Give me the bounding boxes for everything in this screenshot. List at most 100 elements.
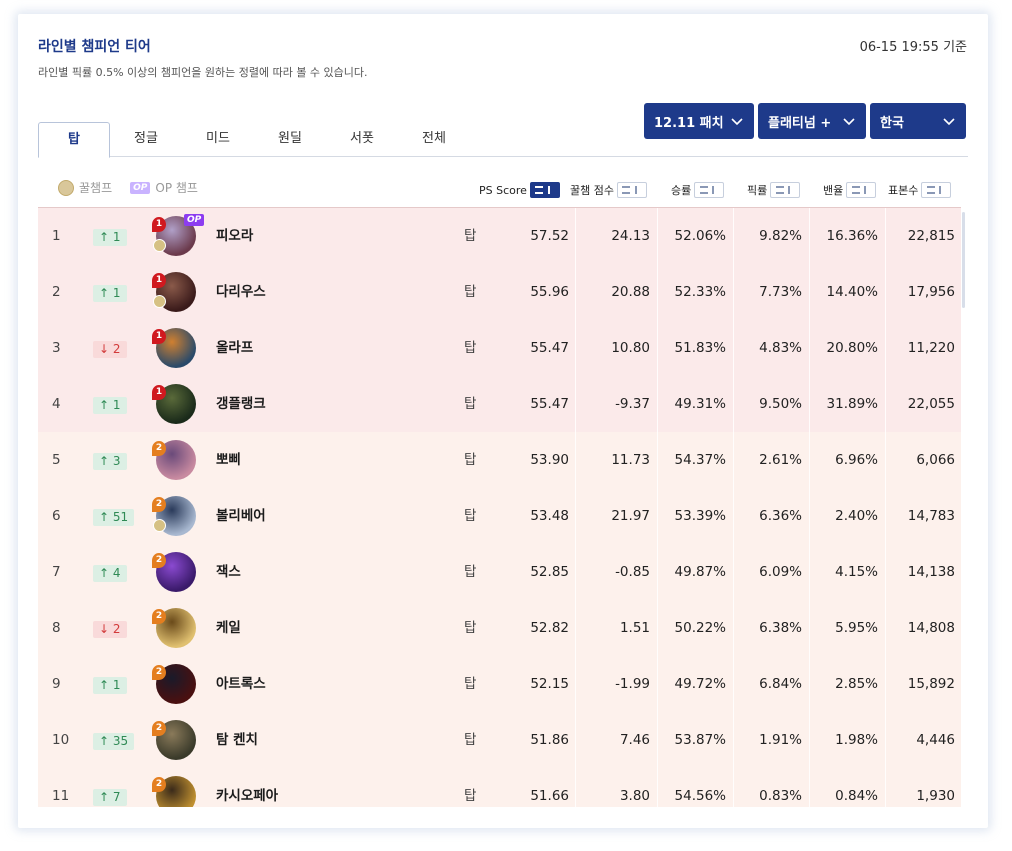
sort-icon[interactable]	[694, 182, 725, 198]
lane-cell: 탑	[464, 732, 477, 748]
column-divider	[885, 488, 886, 544]
col-win-rate-label: 승률	[671, 184, 692, 197]
column-divider	[657, 432, 658, 488]
sort-icon[interactable]	[616, 182, 647, 198]
tier-badge: 1	[152, 329, 166, 344]
champion-name[interactable]: 아트록스	[216, 656, 266, 712]
column-divider	[885, 320, 886, 376]
rank-cell: 11	[52, 788, 70, 804]
champion-name[interactable]: 뽀삐	[216, 432, 241, 488]
column-divider	[575, 320, 576, 376]
ps-score-cell: 55.96	[530, 284, 569, 300]
column-divider	[657, 320, 658, 376]
tab-all[interactable]: 전체	[398, 122, 470, 157]
table-row[interactable]: 4 ↑ 1 1 갱플랭크 탑 55.47 -9.37 49.31% 9.50% 31.89% 22,…	[38, 376, 961, 432]
column-divider	[657, 544, 658, 600]
col-honey-score[interactable]: 꿀챔 점수	[570, 182, 647, 198]
rank-cell: 8	[52, 620, 61, 636]
column-divider	[575, 600, 576, 656]
column-divider	[885, 208, 886, 264]
champion-name[interactable]: 케일	[216, 600, 241, 656]
ban-rate-cell: 20.80%	[826, 340, 878, 356]
champion-name[interactable]: 다리우스	[216, 264, 266, 320]
honey-score-cell: 20.88	[611, 284, 650, 300]
pick-rate-cell: 6.84%	[759, 676, 802, 692]
tier-badge: 1	[152, 385, 166, 400]
col-honey-score-label: 꿀챔 점수	[570, 184, 614, 197]
column-divider	[657, 600, 658, 656]
tab-support[interactable]: 서폿	[326, 122, 398, 157]
win-rate-cell: 53.39%	[674, 508, 726, 524]
tier-badge: 1	[152, 217, 166, 232]
samples-cell: 17,956	[907, 284, 955, 300]
op-badge: OP	[184, 214, 205, 226]
tier-badge: 2	[152, 441, 166, 456]
samples-cell: 1,930	[916, 788, 955, 804]
samples-cell: 11,220	[907, 340, 955, 356]
ps-score-cell: 55.47	[530, 396, 569, 412]
column-divider	[657, 208, 658, 264]
ps-score-cell: 53.48	[530, 508, 569, 524]
table-row[interactable]: 11 ↑ 7 2 카시오페아 탑 51.66 3.80 54.56% 0.83% 0.84% 1,9…	[38, 768, 961, 807]
sort-icon[interactable]	[770, 182, 801, 198]
column-divider	[657, 656, 658, 712]
table-row[interactable]: 8 ↓ 2 2 케일 탑 52.82 1.51 50.22% 6.38% 5.95% 14,808	[38, 600, 961, 656]
table-row[interactable]: 3 ↓ 2 1 올라프 탑 55.47 10.80 51.83% 4.83% 20.80% 11,2…	[38, 320, 961, 376]
champion-name[interactable]: 피오라	[216, 208, 253, 264]
honey-score-cell: 3.80	[619, 788, 650, 804]
col-pick-rate[interactable]: 픽률	[747, 182, 801, 198]
champion-name[interactable]: 볼리베어	[216, 488, 266, 544]
col-ps-score[interactable]: PS Score	[479, 182, 560, 198]
table-row[interactable]: 9 ↑ 1 2 아트록스 탑 52.15 -1.99 49.72% 6.84% 2.85% 15,8…	[38, 656, 961, 712]
rank-cell: 10	[52, 732, 70, 748]
samples-cell: 22,815	[907, 228, 955, 244]
column-divider	[809, 208, 810, 264]
win-rate-cell: 54.56%	[674, 788, 726, 804]
tab-mid[interactable]: 미드	[182, 122, 254, 157]
rank-cell: 9	[52, 676, 61, 692]
lane-cell: 탑	[464, 620, 477, 636]
honey-score-cell: -9.37	[615, 396, 650, 412]
rank-cell: 5	[52, 452, 61, 468]
op-icon: OP	[130, 181, 151, 194]
column-divider	[809, 264, 810, 320]
pick-rate-cell: 9.82%	[759, 228, 802, 244]
champion-name[interactable]: 갱플랭크	[216, 376, 266, 432]
ban-rate-cell: 31.89%	[826, 396, 878, 412]
honey-score-cell: 11.73	[611, 452, 650, 468]
col-win-rate[interactable]: 승률	[671, 182, 725, 198]
tab-adc[interactable]: 원딜	[254, 122, 326, 157]
column-divider	[885, 712, 886, 768]
col-ban-rate[interactable]: 밴율	[823, 182, 877, 198]
col-samples[interactable]: 표본수	[888, 182, 952, 198]
column-divider	[733, 432, 734, 488]
rank-change-badge: ↑ 1	[93, 285, 127, 302]
tab-jungle[interactable]: 정글	[110, 122, 182, 157]
table-row[interactable]: 2 ↑ 1 1 다리우스 탑 55.96 20.88 52.33% 7.73% 14.40% 17,…	[38, 264, 961, 320]
ps-score-cell: 51.86	[530, 732, 569, 748]
ps-score-cell: 52.85	[530, 564, 569, 580]
column-divider	[575, 656, 576, 712]
table-row[interactable]: 10 ↑ 35 2 탐 켄치 탑 51.86 7.46 53.87% 1.91% 1.98% 4,4…	[38, 712, 961, 768]
table-row[interactable]: 7 ↑ 4 2 잭스 탑 52.85 -0.85 49.87% 6.09% 4.15% 14,138	[38, 544, 961, 600]
sort-icon[interactable]	[846, 182, 877, 198]
sort-icon[interactable]	[921, 182, 952, 198]
champion-name[interactable]: 카시오페아	[216, 768, 278, 807]
sort-icon[interactable]	[529, 182, 560, 198]
column-divider	[885, 376, 886, 432]
pick-rate-cell: 6.36%	[759, 508, 802, 524]
legend: 꿀챔프 OP OP 챔프	[58, 179, 198, 196]
champion-name[interactable]: 잭스	[216, 544, 241, 600]
samples-cell: 6,066	[916, 452, 955, 468]
tier-badge: 1	[152, 273, 166, 288]
table-row[interactable]: 6 ↑ 51 2 볼리베어 탑 53.48 21.97 53.39% 6.36% 2.40% 14,…	[38, 488, 961, 544]
honey-score-cell: 24.13	[611, 228, 650, 244]
champion-name[interactable]: 올라프	[216, 320, 253, 376]
win-rate-cell: 50.22%	[674, 620, 726, 636]
scrollbar[interactable]	[962, 212, 965, 308]
rank-cell: 6	[52, 508, 61, 524]
tab-top[interactable]: 탑	[38, 122, 110, 158]
champion-name[interactable]: 탐 켄치	[216, 712, 258, 768]
table-row[interactable]: 5 ↑ 3 2 뽀삐 탑 53.90 11.73 54.37% 2.61% 6.96% 6,066	[38, 432, 961, 488]
table-row[interactable]: 1 ↑ 1 1 OP 피오라 탑 57.52 24.13 52.06% 9.82% 16.36% 22…	[38, 208, 961, 264]
